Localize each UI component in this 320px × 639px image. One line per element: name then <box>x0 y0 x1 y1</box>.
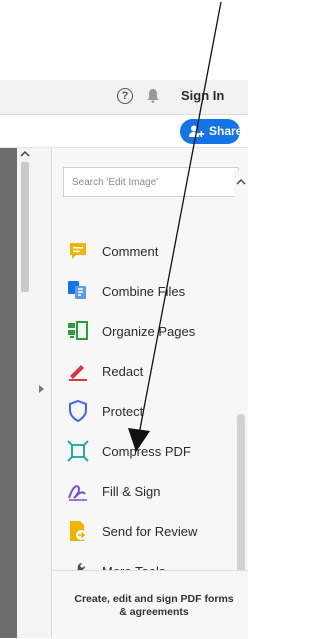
redact-icon <box>66 359 90 383</box>
scroll-up-icon[interactable] <box>20 150 30 158</box>
comment-icon <box>66 239 90 263</box>
share-label: Share <box>209 124 243 138</box>
tool-comment[interactable]: Comment <box>66 236 236 266</box>
tool-label: Send for Review <box>102 523 198 539</box>
sign-in-link[interactable]: Sign In <box>181 88 224 103</box>
tool-label: Combine Files <box>102 283 186 299</box>
panel-collapse-bar[interactable] <box>33 148 52 638</box>
top-toolbar: ? Sign In <box>0 80 248 115</box>
send-for-review-icon <box>66 519 90 543</box>
scroll-up-icon[interactable] <box>236 178 246 186</box>
tools-pane: Comment Combine Files Organize Pages <box>52 148 248 638</box>
scrollbar-thumb[interactable] <box>237 414 245 584</box>
tools-pane-scrollbar[interactable] <box>234 170 248 588</box>
tool-organize-pages[interactable]: Organize Pages <box>66 316 236 346</box>
tool-redact[interactable]: Redact <box>66 356 236 386</box>
notification-bell-icon[interactable] <box>146 88 160 104</box>
tool-protect[interactable]: Protect <box>66 396 236 426</box>
tool-label: Redact <box>102 363 144 379</box>
share-bar: Share <box>0 115 248 148</box>
promo-footer: Create, edit and sign PDF forms & agreem… <box>52 570 248 639</box>
collapse-panel-icon[interactable] <box>38 384 45 394</box>
add-person-icon <box>189 125 205 137</box>
fill-sign-icon <box>66 479 90 503</box>
document-view-strip <box>0 148 17 638</box>
organize-pages-icon <box>66 319 90 343</box>
combine-files-icon <box>66 279 90 303</box>
document-scrollbar[interactable] <box>17 148 34 638</box>
search-tools-input[interactable] <box>63 167 239 197</box>
help-icon[interactable]: ? <box>117 88 133 104</box>
tool-label: Compress PDF <box>102 443 191 459</box>
tool-compress-pdf[interactable]: Compress PDF <box>66 436 236 466</box>
tool-label: Comment <box>102 243 159 259</box>
protect-icon <box>66 399 90 423</box>
promo-text[interactable]: Create, edit and sign PDF forms & agreem… <box>70 593 238 619</box>
compress-pdf-icon <box>66 439 90 463</box>
tool-combine-files[interactable]: Combine Files <box>66 276 236 306</box>
tool-send-for-review[interactable]: Send for Review <box>66 516 236 546</box>
tool-fill-sign[interactable]: Fill & Sign <box>66 476 236 506</box>
share-button[interactable]: Share <box>180 119 243 144</box>
tool-label: Organize Pages <box>102 323 196 339</box>
tool-label: Fill & Sign <box>102 483 161 499</box>
scrollbar-thumb[interactable] <box>21 162 29 292</box>
tool-label: Protect <box>102 403 144 419</box>
